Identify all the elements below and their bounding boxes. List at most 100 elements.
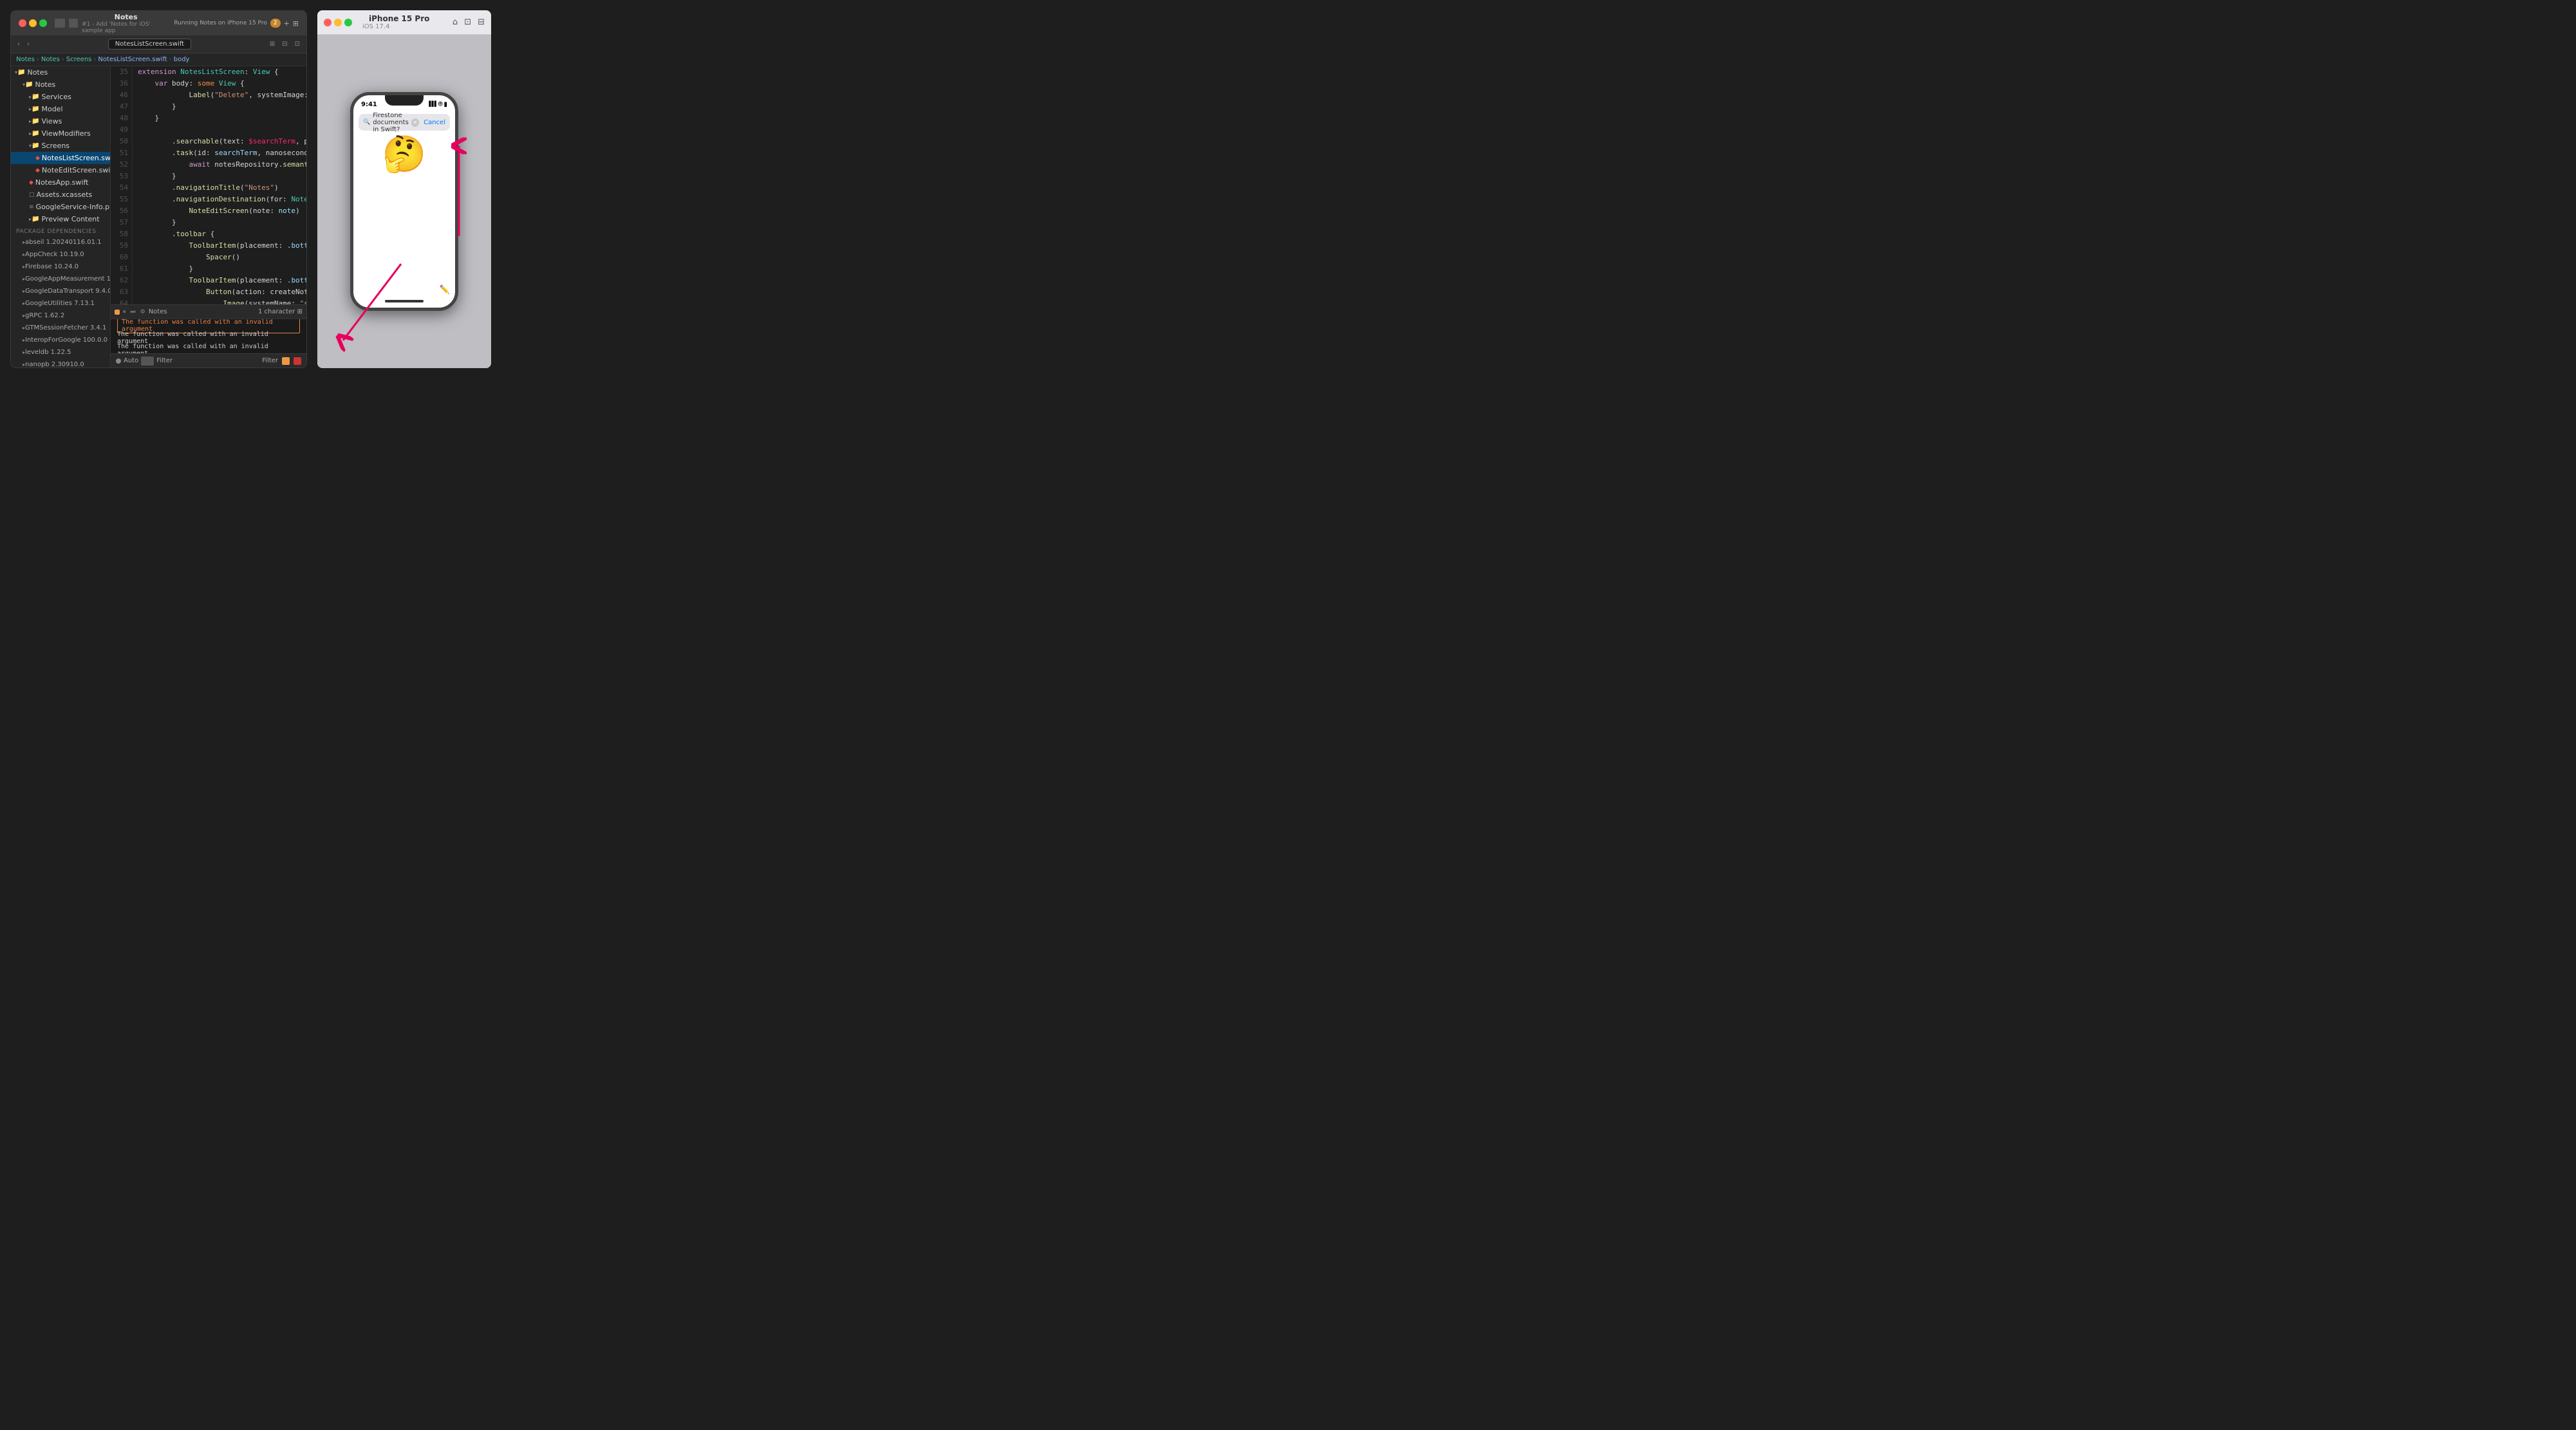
sidebar-item-root[interactable]: 📁 Notes — [11, 66, 110, 79]
add-icon[interactable]: + — [284, 19, 290, 28]
minimize-button[interactable] — [29, 19, 37, 27]
compose-button[interactable]: ✏️ — [440, 285, 450, 295]
more-btn[interactable]: ⊡ — [292, 40, 303, 48]
iphone-device: 9:41 🔍 Firestone documents in Swift? ✕ C… — [350, 92, 458, 311]
sidebar-item-noteeditscreen[interactable]: ◆ NoteEditScreen.swift — [11, 164, 110, 176]
step-btn[interactable]: ⏭ — [129, 308, 137, 316]
ln-36: 36 — [111, 78, 128, 89]
pkg-appcheck[interactable]: AppCheck 10.19.0 — [11, 248, 110, 261]
line-numbers: 35 36 46 47 48 49 50 51 52 53 54 55 56 5… — [111, 66, 133, 304]
pause-btn[interactable]: ⏸ — [122, 308, 127, 316]
sidebar-label: NoteEditScreen.swift — [42, 166, 110, 174]
cancel-button[interactable]: Cancel — [424, 119, 445, 126]
pkg-gtm[interactable]: GTMSessionFetcher 3.4.1 — [11, 322, 110, 334]
fullscreen-icon[interactable]: ⊞ — [293, 19, 299, 28]
iphone-stage: 9:41 🔍 Firestone documents in Swift? ✕ C… — [317, 35, 491, 368]
code-line-64: Image(systemName: "square.and.pencil") — [138, 298, 306, 304]
sidebar-item-assets[interactable]: □ Assets.xcassets — [11, 189, 110, 201]
code-scroll-area[interactable]: 35 36 46 47 48 49 50 51 52 53 54 55 56 5… — [111, 66, 306, 304]
wifi-icon — [438, 100, 443, 109]
home-icon[interactable]: ⌂ — [453, 17, 458, 27]
ln-46: 46 — [111, 89, 128, 101]
filter-icon-left — [141, 357, 154, 366]
sidebar-item-screens[interactable]: 📁 Screens — [11, 140, 110, 152]
screenshot-icon[interactable]: ⊡ — [464, 17, 471, 27]
pkg-firebase[interactable]: Firebase 10.24.0 — [11, 261, 110, 273]
error-icon — [294, 357, 301, 365]
sidebar-item-model[interactable]: 📁 Model — [11, 103, 110, 115]
bc-notes1[interactable]: Notes — [16, 56, 35, 63]
sidebar-item-notes[interactable]: 📁 Notes — [11, 79, 110, 91]
char-count: 1 character — [258, 308, 295, 315]
rotate-icon[interactable]: ⊟ — [478, 17, 485, 27]
code-line-54: .navigationTitle("Notes") — [138, 182, 306, 194]
sidebar-item-notesapp[interactable]: ◆ NotesApp.swift — [11, 176, 110, 189]
ln-56: 56 — [111, 205, 128, 217]
folder-icon: 📁 — [32, 93, 39, 100]
pkg-grpc[interactable]: gRPC 1.62.2 — [11, 310, 110, 322]
auto-label: Auto — [124, 357, 138, 364]
ln-47: 47 — [111, 101, 128, 113]
back-button[interactable]: ‹ — [15, 40, 23, 48]
ln-58: 58 — [111, 228, 128, 240]
maximize-button[interactable] — [39, 19, 47, 27]
active-tab[interactable]: NotesListScreen.swift — [108, 39, 191, 50]
sidebar-label: Preview Content — [41, 215, 99, 223]
code-line-52: await notesRepository.semanticSearch(sea… — [138, 159, 306, 171]
bc-body[interactable]: body — [174, 56, 190, 63]
bc-screens[interactable]: Screens — [66, 56, 92, 63]
sidebar-label: Notes — [27, 68, 48, 77]
bc-file[interactable]: NotesListScreen.swift — [98, 56, 167, 63]
sidebar-item-views[interactable]: 📁 Views — [11, 115, 110, 127]
iphone-content: 🤔 — [353, 133, 455, 175]
sidebar-item-noteslistscreen[interactable]: ◆ NotesListScreen.swift — [11, 152, 110, 164]
sidebar-item-viewmodifiers[interactable]: 📁 ViewModifiers — [11, 127, 110, 140]
titlebar-center: Notes #1 - Add 'Notes for iOS' sample ap… — [82, 13, 170, 34]
ln-54: 54 — [111, 182, 128, 194]
pkg-leveldb[interactable]: leveldb 1.22.5 — [11, 346, 110, 358]
pkg-abseil[interactable]: abseil 1.20240116.01.1 — [11, 236, 110, 248]
inspector-btn[interactable]: ⊞ — [267, 40, 277, 48]
iphone-time: 9:41 — [361, 101, 377, 108]
forward-button[interactable]: › — [24, 40, 32, 48]
sidebar-item-plist[interactable]: ≡ GoogleService-Info.plist — [11, 201, 110, 213]
statusbar-right: Filter — [262, 357, 301, 365]
sidebar-item-services[interactable]: 📁 Services — [11, 91, 110, 103]
code-line-48: } — [138, 113, 306, 124]
debug-btn2[interactable]: ⚙ — [139, 308, 147, 316]
code-line-49 — [138, 124, 306, 136]
error-indicator — [115, 310, 120, 315]
folder-icon: 📁 — [32, 106, 39, 113]
assets-icon: □ — [29, 192, 35, 198]
code-line-63: Button(action: createNote) { — [138, 286, 306, 298]
pkg-gdt[interactable]: GoogleDataTransport 9.4.0 — [11, 285, 110, 297]
iphone-min-btn[interactable] — [334, 19, 342, 26]
iphone-max-btn[interactable] — [344, 19, 352, 26]
ln-60: 60 — [111, 252, 128, 263]
pkg-gu[interactable]: GoogleUtilities 7.13.1 — [11, 297, 110, 310]
code-line-35: extension NotesListScreen: View { — [138, 66, 306, 78]
ln-48: 48 — [111, 113, 128, 124]
pkg-label: InteropForGoogle 100.0.0 — [25, 337, 107, 344]
code-line-46: Label("Delete", systemImage: "trash") — [138, 89, 306, 101]
bc-notes2[interactable]: Notes — [41, 56, 60, 63]
iphone-search-bar[interactable]: 🔍 Firestone documents in Swift? ✕ Cancel — [359, 114, 450, 131]
compose-icon: ✏️ — [440, 285, 450, 295]
toolbar-center: NotesListScreen.swift — [34, 39, 265, 50]
sidebar-item-preview[interactable]: 📁 Preview Content — [11, 213, 110, 225]
close-button[interactable] — [19, 19, 26, 27]
error-text-3: The function was called with an invalid … — [117, 343, 300, 354]
code-line-61: } — [138, 263, 306, 275]
folder-icon: 📁 — [17, 69, 25, 76]
search-clear-button[interactable]: ✕ — [411, 118, 419, 127]
code-line-56: NoteEditScreen(note: note) — [138, 205, 306, 217]
pkg-interop[interactable]: InteropForGoogle 100.0.0 — [11, 334, 110, 346]
xcode-titlebar: Notes #1 - Add 'Notes for iOS' sample ap… — [11, 11, 306, 35]
pkg-label: AppCheck 10.19.0 — [25, 251, 84, 258]
ln-62: 62 — [111, 275, 128, 286]
layout-btn[interactable]: ⊟ — [279, 40, 290, 48]
pkg-nanopb[interactable]: nanopb 2.30910.0 — [11, 358, 110, 367]
pkg-gam[interactable]: GoogleAppMeasurement 10.24.0 — [11, 273, 110, 285]
iphone-close-btn[interactable] — [324, 19, 331, 26]
ln-53: 53 — [111, 171, 128, 182]
